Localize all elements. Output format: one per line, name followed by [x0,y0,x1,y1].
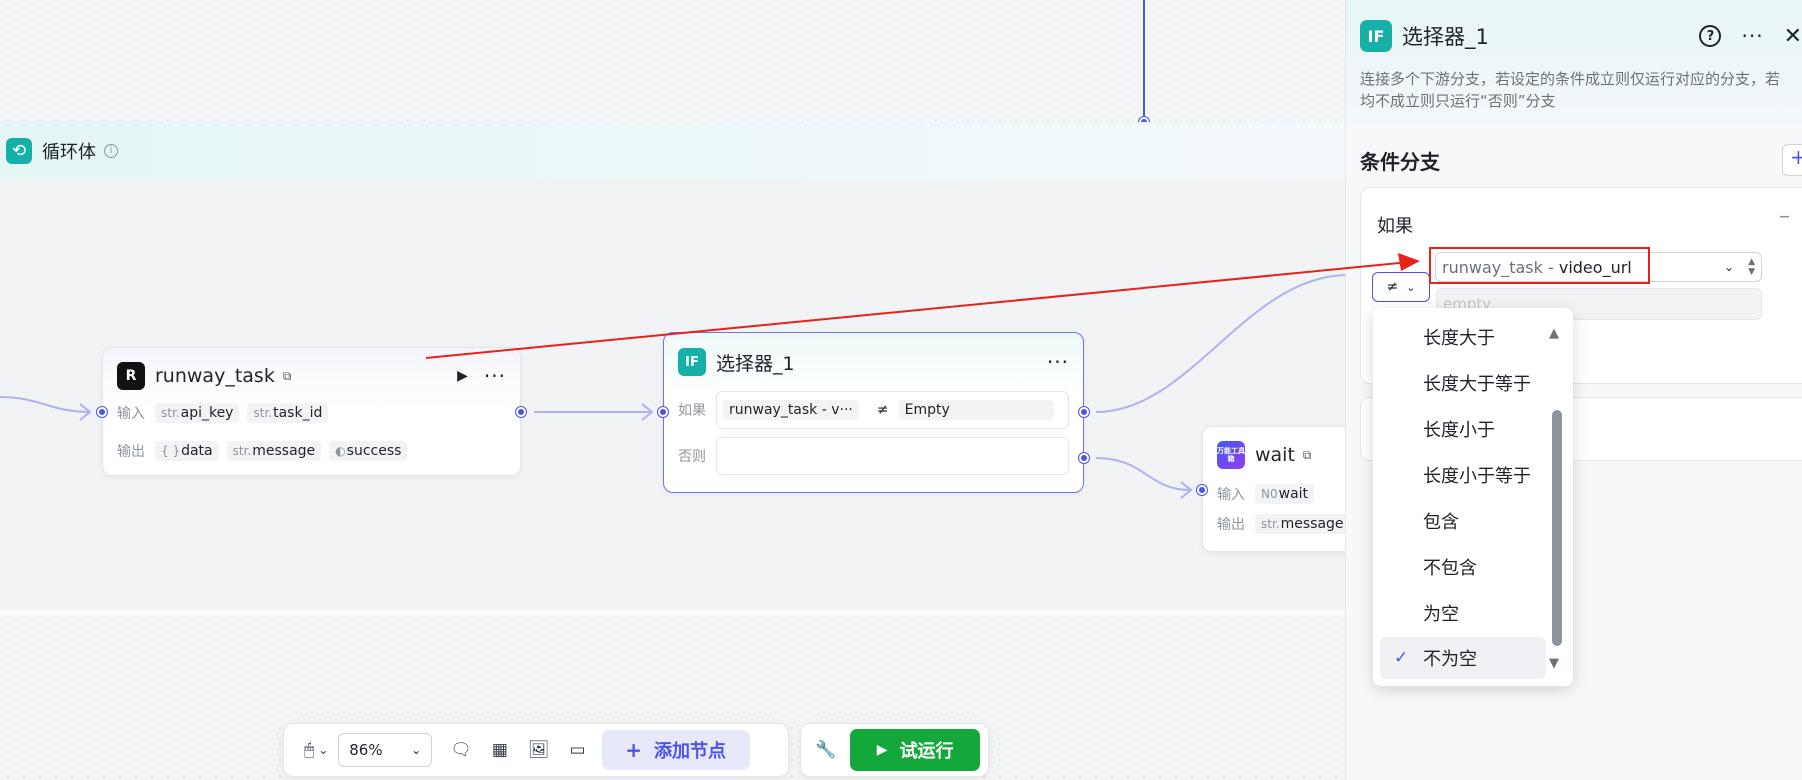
annotation-arrow [425,253,1420,359]
